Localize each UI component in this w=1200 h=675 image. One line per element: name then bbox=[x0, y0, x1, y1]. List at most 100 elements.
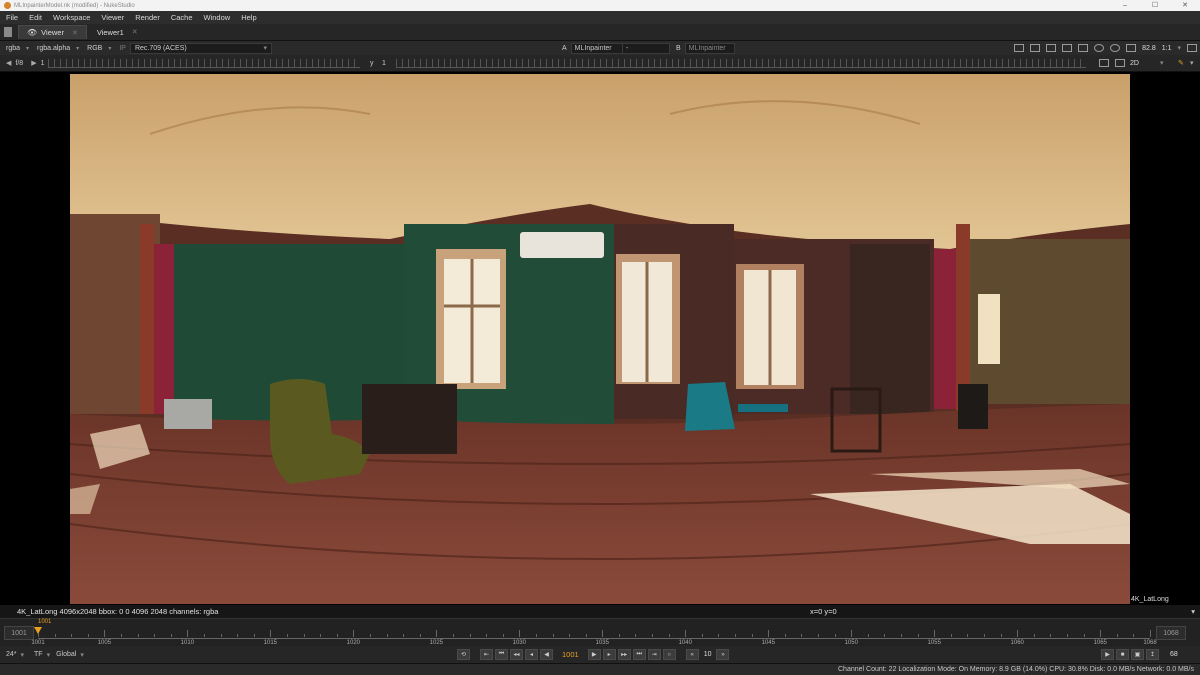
out-frame-field[interactable]: 1068 bbox=[1156, 626, 1186, 640]
menu-cache[interactable]: Cache bbox=[171, 13, 193, 22]
step-forward-icon[interactable]: ▸▸ bbox=[617, 649, 631, 660]
tab-viewer1[interactable]: Viewer1 ✕ bbox=[89, 25, 146, 39]
next-frame-icon[interactable]: ▸ bbox=[602, 649, 616, 660]
settings-icon[interactable] bbox=[1110, 44, 1121, 52]
loop-icon[interactable]: ○ bbox=[662, 649, 676, 660]
menu-viewer[interactable]: Viewer bbox=[101, 13, 124, 22]
panorama-image[interactable] bbox=[70, 74, 1130, 604]
gamma-slider[interactable] bbox=[396, 59, 1086, 68]
menu-render[interactable]: Render bbox=[135, 13, 160, 22]
fullscreen-icon[interactable] bbox=[1187, 44, 1197, 52]
timeline-tick bbox=[1133, 634, 1135, 637]
current-frame-field[interactable]: 1001 bbox=[562, 650, 579, 659]
fps-dropdown[interactable]: 24* bbox=[6, 651, 17, 658]
scope-dropdown[interactable]: Global bbox=[56, 651, 76, 658]
alpha-dropdown[interactable]: rgba.alpha ▾ bbox=[37, 45, 79, 52]
maximize-button[interactable]: ☐ bbox=[1140, 0, 1170, 11]
panel-menu-icon[interactable] bbox=[4, 27, 12, 37]
alpha-value: rgba.alpha bbox=[37, 44, 71, 52]
b-label: B bbox=[676, 44, 681, 52]
lut-icon[interactable] bbox=[1078, 44, 1089, 52]
b-input-dropdown[interactable]: MLInpainter bbox=[684, 42, 735, 54]
timeline-tick bbox=[1050, 634, 1052, 637]
tab-close-icon[interactable]: ✕ bbox=[132, 28, 138, 36]
timeline-track[interactable]: 1001 bbox=[34, 619, 1151, 639]
zoom-value[interactable]: 82.8 bbox=[1142, 45, 1156, 52]
viewer-viewport[interactable]: 4K_LatLong bbox=[0, 72, 1200, 605]
timeline-tick bbox=[253, 634, 255, 637]
transform-icon[interactable] bbox=[1115, 59, 1125, 67]
in-frame-field[interactable]: 1001 bbox=[4, 626, 34, 640]
timeline-tick bbox=[535, 634, 537, 637]
pause-icon[interactable] bbox=[1126, 44, 1137, 52]
timeline: 1001 1001 1068 1001 1005 1010 1015 1020 1025 1… bbox=[0, 618, 1200, 646]
flipbook-icon[interactable]: ▶ bbox=[1101, 649, 1114, 660]
menu-file[interactable]: File bbox=[6, 13, 18, 22]
play-backward-icon[interactable]: ◀ bbox=[540, 649, 553, 660]
timeline-tick bbox=[1067, 634, 1068, 637]
colorspace-dropdown[interactable]: Rec.709 (ACES) ▾ bbox=[129, 42, 272, 54]
timeline-tick bbox=[668, 634, 670, 637]
chevron-down-icon[interactable]: ▾ bbox=[1191, 607, 1195, 616]
compare-dropdown[interactable]: - bbox=[622, 42, 670, 54]
overlay-icon[interactable] bbox=[1062, 44, 1073, 52]
playback-mode-icon[interactable]: ⟲ bbox=[457, 649, 470, 660]
more-options-icon[interactable]: ▾ bbox=[1190, 59, 1194, 67]
minimize-button[interactable]: – bbox=[1110, 0, 1140, 11]
ip-button[interactable]: IP bbox=[119, 45, 126, 52]
close-button[interactable]: ✕ bbox=[1170, 0, 1200, 11]
wipe-icon[interactable] bbox=[1046, 44, 1057, 52]
chevron-down-icon[interactable]: ▾ bbox=[1160, 59, 1164, 67]
timeline-tick bbox=[170, 634, 172, 637]
view-mode-dropdown[interactable]: 2D bbox=[1130, 60, 1139, 67]
skip-back-icon[interactable]: « bbox=[685, 649, 699, 660]
lock-icon[interactable]: ▣ bbox=[1131, 649, 1144, 660]
display-dropdown[interactable]: RGB ▾ bbox=[87, 45, 111, 52]
roi-select-icon[interactable] bbox=[1099, 59, 1109, 67]
tab-close-icon[interactable]: ✕ bbox=[72, 29, 78, 37]
next-keyframe-icon[interactable]: ⏭ bbox=[632, 649, 646, 660]
refresh-icon[interactable] bbox=[1094, 44, 1105, 52]
channels-dropdown[interactable]: rgba ▾ bbox=[6, 45, 29, 52]
menu-edit[interactable]: Edit bbox=[29, 13, 42, 22]
playhead-marker[interactable] bbox=[34, 627, 42, 634]
tf-dropdown[interactable]: TF bbox=[34, 651, 43, 658]
chevron-down-icon[interactable]: ▾ bbox=[21, 651, 25, 659]
chevron-down-icon[interactable]: ▾ bbox=[47, 651, 51, 659]
prev-keyframe-icon[interactable]: ⏮ bbox=[495, 649, 508, 660]
ratio-value[interactable]: 1:1 bbox=[1162, 45, 1172, 52]
channels-value: rgba bbox=[6, 44, 21, 52]
a-input-dropdown[interactable]: MLInpainter bbox=[570, 42, 627, 54]
gain-field[interactable]: 1 bbox=[41, 60, 45, 67]
capture-icon[interactable]: ■ bbox=[1116, 649, 1129, 660]
gain-next-icon[interactable]: ▶ bbox=[31, 59, 36, 67]
colorspace-value: Rec.709 (ACES) bbox=[134, 44, 187, 52]
prev-frame-icon[interactable]: ◂ bbox=[525, 649, 538, 660]
transport-bar: 24* ▾ TF ▾ Global ▾ ⟲ ⇤ ⏮ ◂◂ ◂ ◀ 1001 ▶ … bbox=[0, 646, 1200, 663]
export-icon[interactable]: ↥ bbox=[1146, 649, 1159, 660]
tab-viewer[interactable]: 👁 Viewer ✕ bbox=[18, 25, 87, 39]
menu-window[interactable]: Window bbox=[204, 13, 231, 22]
menu-help[interactable]: Help bbox=[241, 13, 256, 22]
gain-slider[interactable] bbox=[48, 59, 360, 68]
gain-prev-icon[interactable]: ◀ bbox=[6, 59, 11, 67]
timeline-tick bbox=[1017, 630, 1019, 637]
guides-icon[interactable] bbox=[1030, 44, 1041, 52]
chevron-down-icon[interactable]: ▾ bbox=[80, 651, 84, 659]
chevron-down-icon[interactable]: ▾ bbox=[1177, 44, 1181, 52]
paint-brush-icon[interactable]: ✎ bbox=[1178, 59, 1184, 67]
timeline-tick bbox=[436, 630, 438, 637]
step-size-field[interactable]: 10 bbox=[704, 651, 712, 658]
play-forward-icon[interactable]: ▶ bbox=[587, 649, 601, 660]
timeline-tick bbox=[452, 634, 454, 637]
fstop-value[interactable]: f/8 bbox=[15, 60, 23, 67]
menu-workspace[interactable]: Workspace bbox=[53, 13, 90, 22]
skip-forward-icon[interactable]: » bbox=[716, 649, 730, 660]
timeline-tick bbox=[917, 634, 919, 637]
step-back-icon[interactable]: ◂◂ bbox=[510, 649, 523, 660]
window-titlebar: MLInpainterModel.nk (modified) - NukeStu… bbox=[0, 0, 1200, 11]
roi-icon[interactable] bbox=[1014, 44, 1025, 52]
gamma-field[interactable]: 1 bbox=[382, 60, 386, 67]
goto-start-icon[interactable]: ⇤ bbox=[480, 649, 493, 660]
goto-end-icon[interactable]: ⇥ bbox=[647, 649, 661, 660]
